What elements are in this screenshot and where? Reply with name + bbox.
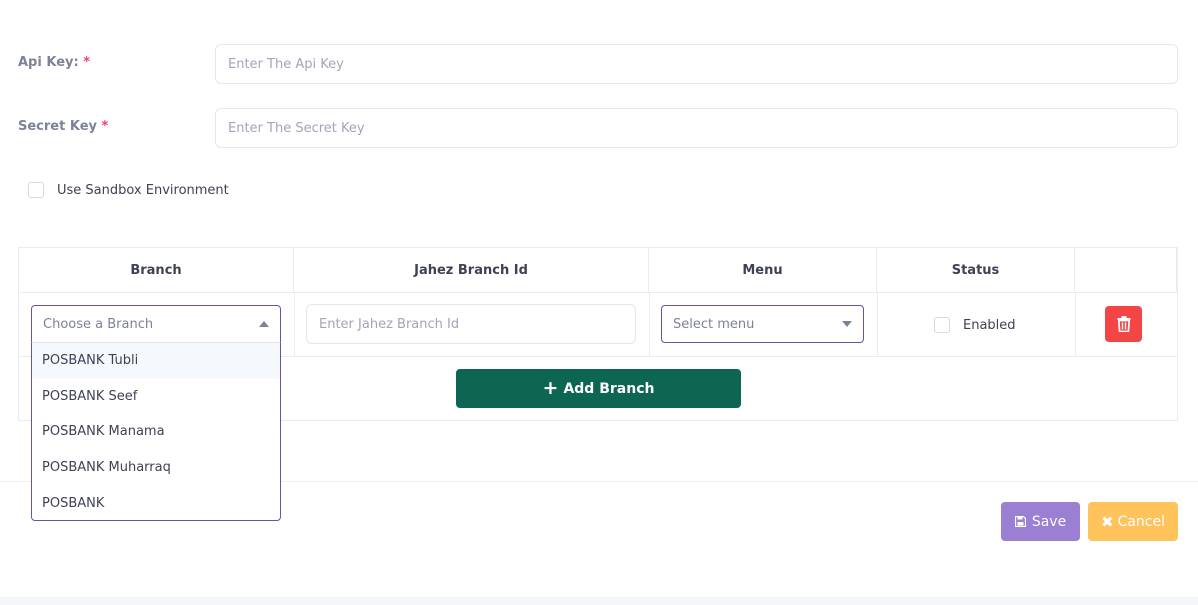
enabled-checkbox[interactable]: [934, 317, 950, 333]
save-label: Save: [1031, 513, 1067, 530]
plus-icon: +: [542, 377, 559, 399]
sandbox-option: Use Sandbox Environment: [28, 182, 229, 198]
branch-select-placeholder: Choose a Branch: [43, 316, 154, 332]
api-key-input[interactable]: [215, 44, 1178, 84]
col-divider: [649, 292, 650, 356]
branch-option[interactable]: POSBANK Tubli: [32, 343, 280, 379]
x-icon: ✖: [1100, 512, 1114, 531]
branch-option[interactable]: POSBANK Muharraq: [32, 450, 280, 486]
jahez-branch-id-input[interactable]: [306, 304, 636, 344]
menu-select[interactable]: Select menu: [661, 305, 864, 343]
col-divider: [294, 292, 295, 356]
secret-key-input[interactable]: [215, 108, 1178, 148]
menu-select-placeholder: Select menu: [673, 316, 755, 332]
branch-dropdown: POSBANK Tubli POSBANK Seef POSBANK Manam…: [31, 342, 281, 521]
branch-option[interactable]: POSBANK Manama: [32, 414, 280, 450]
status-option: Enabled: [934, 317, 1016, 333]
delete-row-button[interactable]: [1105, 306, 1142, 342]
branch-option[interactable]: POSBANK: [32, 485, 280, 521]
caret-up-icon: [259, 321, 269, 327]
cancel-button[interactable]: ✖ Cancel: [1088, 502, 1178, 541]
col-divider: [1075, 292, 1076, 356]
cancel-label: Cancel: [1117, 513, 1165, 530]
api-key-label: Api Key: *: [18, 55, 91, 70]
branch-select[interactable]: Choose a Branch: [31, 305, 281, 343]
sandbox-checkbox[interactable]: [28, 182, 44, 198]
trash-icon: [1117, 316, 1130, 332]
header-status: Status: [877, 248, 1075, 292]
add-branch-label: Add Branch: [563, 380, 655, 397]
enabled-label: Enabled: [963, 317, 1016, 333]
secret-key-label: Secret Key *: [18, 119, 109, 134]
header-divider: [19, 292, 1177, 293]
header-branch: Branch: [19, 248, 294, 292]
sandbox-label: Use Sandbox Environment: [57, 182, 229, 198]
col-divider: [877, 292, 878, 356]
caret-down-icon: [842, 321, 852, 327]
page-bottom-band: [0, 597, 1198, 605]
header-actions: [1075, 248, 1177, 292]
add-branch-button[interactable]: + Add Branch: [456, 369, 741, 408]
header-jahez-branch-id: Jahez Branch Id: [294, 248, 649, 292]
branch-option[interactable]: POSBANK Seef: [32, 379, 280, 415]
header-menu: Menu: [649, 248, 877, 292]
save-button[interactable]: Save: [1001, 502, 1080, 541]
floppy-disk-icon: [1014, 516, 1026, 527]
